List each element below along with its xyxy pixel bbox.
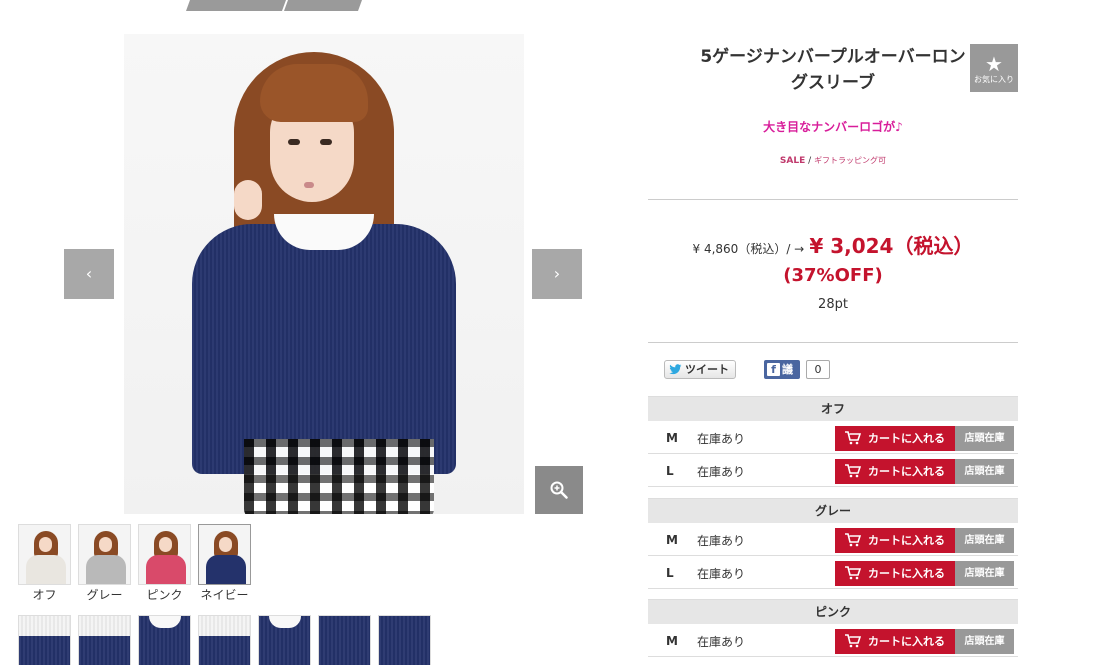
stock-size: L bbox=[666, 566, 674, 580]
facebook-count: 0 bbox=[806, 360, 830, 379]
breadcrumb-item[interactable] bbox=[185, 0, 287, 11]
add-to-cart-button[interactable]: カートに入れる bbox=[835, 528, 955, 553]
tag-sale[interactable]: SALE bbox=[780, 156, 805, 166]
color-thumb-pink[interactable]: ピンク bbox=[138, 524, 191, 602]
star-icon: ★ bbox=[985, 52, 1003, 76]
chevron-left-icon: ‹ bbox=[85, 264, 93, 283]
product-main-image[interactable] bbox=[124, 34, 524, 514]
chevron-right-icon: › bbox=[553, 264, 561, 283]
tweet-button[interactable]: ツイート bbox=[664, 360, 736, 379]
breadcrumb-item[interactable] bbox=[283, 0, 363, 11]
detail-thumbnails bbox=[18, 615, 438, 665]
detail-thumb[interactable] bbox=[198, 615, 251, 665]
store-stock-button[interactable]: 店頭在庫 bbox=[955, 629, 1014, 654]
store-stock-button[interactable]: 店頭在庫 bbox=[955, 561, 1014, 586]
color-thumb-label: ピンク bbox=[146, 588, 183, 602]
add-to-cart-button[interactable]: カートに入れる bbox=[835, 561, 955, 586]
favorite-button[interactable]: ★ お気に入り bbox=[970, 44, 1018, 92]
stock-row: M 在庫あり カートに入れる 店頭在庫 bbox=[648, 421, 1018, 454]
add-to-cart-button[interactable]: カートに入れる bbox=[835, 459, 955, 484]
store-stock-button[interactable]: 店頭在庫 bbox=[955, 426, 1014, 451]
stock-status: 在庫あり bbox=[697, 635, 746, 649]
detail-thumb[interactable] bbox=[318, 615, 371, 665]
stock-group-color: ピンク bbox=[648, 599, 1018, 624]
color-thumb-label: グレー bbox=[86, 588, 123, 602]
gallery-next-button[interactable]: › bbox=[532, 249, 582, 299]
price-original: ¥ 4,860（税込）/ → bbox=[692, 242, 805, 256]
cart-icon bbox=[845, 634, 861, 648]
zoom-in-icon bbox=[550, 481, 568, 499]
breadcrumb bbox=[185, 0, 376, 11]
add-to-cart-button[interactable]: カートに入れる bbox=[835, 629, 955, 654]
detail-thumb[interactable] bbox=[378, 615, 431, 665]
facebook-button[interactable]: f 議 bbox=[764, 360, 800, 379]
stock-group-off: オフ M 在庫あり カートに入れる 店頭在庫 L 在庫あり カートに入れる 店頭… bbox=[648, 396, 1018, 487]
tag-gift[interactable]: ギフトラッピング可 bbox=[814, 156, 886, 165]
color-thumb-gray[interactable]: グレー bbox=[78, 524, 131, 602]
favorite-label: お気に入り bbox=[974, 75, 1014, 84]
cart-icon bbox=[845, 464, 861, 478]
thumb-image bbox=[198, 524, 251, 585]
thumb-image bbox=[138, 524, 191, 585]
cart-icon bbox=[845, 566, 861, 580]
add-to-cart-button[interactable]: カートに入れる bbox=[835, 426, 955, 451]
stock-status: 在庫あり bbox=[697, 534, 746, 548]
cart-icon bbox=[845, 533, 861, 547]
stock-size: L bbox=[666, 464, 674, 478]
stock-status: 在庫あり bbox=[697, 432, 746, 446]
stock-row: L 在庫あり カートに入れる 店頭在庫 bbox=[648, 454, 1018, 487]
stock-row: L 在庫あり カートに入れる 店頭在庫 bbox=[648, 556, 1018, 589]
color-thumb-label: オフ bbox=[32, 588, 57, 602]
divider bbox=[648, 199, 1018, 200]
stock-group-color: グレー bbox=[648, 498, 1018, 523]
catch-copy: 大き目なナンバーロゴが♪ bbox=[763, 120, 903, 134]
stock-group-gray: グレー M 在庫あり カートに入れる 店頭在庫 L 在庫あり カートに入れる 店… bbox=[648, 498, 1018, 589]
stock-size: M bbox=[666, 431, 678, 445]
twitter-bird-icon bbox=[669, 364, 682, 375]
divider bbox=[648, 342, 1018, 343]
color-thumbnails: オフ グレー ピンク ネイビー bbox=[18, 524, 258, 602]
gallery-prev-button[interactable]: ‹ bbox=[64, 249, 114, 299]
stock-status: 在庫あり bbox=[697, 567, 746, 581]
store-stock-button[interactable]: 店頭在庫 bbox=[955, 459, 1014, 484]
stock-size: M bbox=[666, 533, 678, 547]
detail-thumb[interactable] bbox=[78, 615, 131, 665]
tag-separator: / bbox=[808, 156, 812, 166]
product-title: 5ゲージナンバープルオーバーロングスリーブ bbox=[700, 47, 966, 93]
facebook-label: 議 bbox=[782, 363, 793, 376]
color-thumb-navy[interactable]: ネイビー bbox=[198, 524, 251, 602]
price-line: ¥ 4,860（税込）/ → ¥ 3,024（税込） bbox=[648, 230, 1018, 259]
zoom-button[interactable] bbox=[535, 466, 583, 514]
detail-thumb[interactable] bbox=[258, 615, 311, 665]
facebook-icon: f bbox=[767, 363, 780, 376]
thumb-image bbox=[78, 524, 131, 585]
store-stock-button[interactable]: 店頭在庫 bbox=[955, 528, 1014, 553]
stock-row: M 在庫あり カートに入れる 店頭在庫 bbox=[648, 624, 1018, 657]
thumb-image bbox=[18, 524, 71, 585]
stock-size: M bbox=[666, 634, 678, 648]
detail-thumb[interactable] bbox=[138, 615, 191, 665]
color-thumb-label: ネイビー bbox=[200, 588, 249, 602]
discount-rate: (37%OFF) bbox=[783, 265, 883, 286]
price-sale: ¥ 3,024（税込） bbox=[809, 234, 974, 258]
detail-thumb[interactable] bbox=[18, 615, 71, 665]
stock-group-pink: ピンク M 在庫あり カートに入れる 店頭在庫 bbox=[648, 599, 1018, 657]
color-thumb-off[interactable]: オフ bbox=[18, 524, 71, 602]
points: 28pt bbox=[818, 297, 848, 312]
tweet-label: ツイート bbox=[685, 363, 729, 376]
cart-icon bbox=[845, 431, 861, 445]
stock-row: M 在庫あり カートに入れる 店頭在庫 bbox=[648, 523, 1018, 556]
stock-group-color: オフ bbox=[648, 396, 1018, 421]
stock-status: 在庫あり bbox=[697, 465, 746, 479]
product-tags: SALE / ギフトラッピング可 bbox=[648, 155, 1018, 166]
